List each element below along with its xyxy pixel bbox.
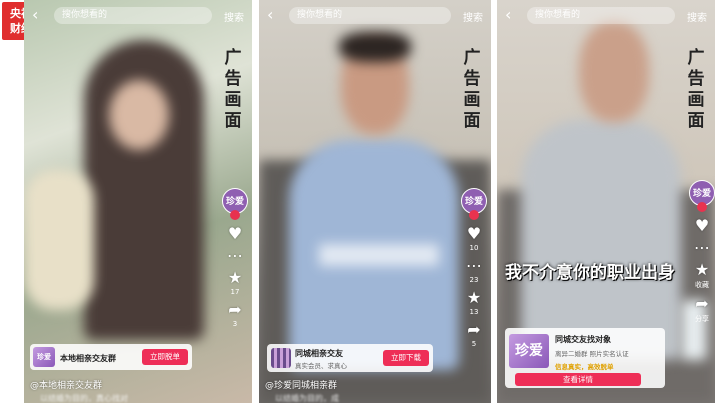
search-button[interactable]: 搜索 xyxy=(687,9,707,24)
ad-label: 广告画面 xyxy=(463,48,481,131)
blurred-flowers xyxy=(24,170,94,310)
back-icon[interactable]: ‹ xyxy=(505,7,511,23)
heart-icon[interactable]: ♥ xyxy=(467,226,481,242)
star-icon[interactable]: ★ xyxy=(228,270,242,286)
ad-label: 广告画面 xyxy=(687,48,705,131)
ad-label: 广告画面 xyxy=(224,48,242,131)
share-count: 5 xyxy=(471,340,477,348)
top-bar: ‹ 搜你想看的 搜索 xyxy=(497,6,715,26)
follow-plus-icon[interactable] xyxy=(230,210,240,220)
video-description: 以结婚为目的，真心找对 xyxy=(40,394,128,403)
side-actions: 珍爱 ♥ ⋯ ★ 17 ➦ 3 xyxy=(222,188,248,328)
blurred-face xyxy=(109,80,169,150)
search-button[interactable]: 搜索 xyxy=(224,9,244,24)
heart-icon[interactable]: ♥ xyxy=(228,226,242,242)
comment-icon[interactable]: ⋯ xyxy=(694,240,710,256)
ad-card[interactable]: 同城相亲交友 真实会员、求真心 立即下载 xyxy=(267,344,433,372)
heart-icon[interactable]: ♥ xyxy=(695,218,709,234)
star-count: 17 xyxy=(230,288,240,296)
video-caption: @本地相亲交友群 xyxy=(30,381,103,391)
video-caption: @珍爱同城相亲群 xyxy=(265,381,338,391)
brand-badge: 珍爱 xyxy=(33,347,55,367)
ad-card[interactable]: 珍爱 同城交友找对象 离异二婚群 照片实名认证 信息真实，高效脱单 查看详情 xyxy=(505,328,665,388)
search-input[interactable]: 搜你想看的 xyxy=(54,7,212,24)
video-description: 以结婚为目的，成 xyxy=(275,394,339,403)
brand-badge: 珍爱 xyxy=(509,334,549,368)
share-label: 分享 xyxy=(695,315,709,323)
back-icon[interactable]: ‹ xyxy=(32,7,38,23)
blurred-subtitle xyxy=(319,244,439,266)
follow-plus-icon[interactable] xyxy=(697,202,707,212)
video-panel-3[interactable]: ‹ 搜你想看的 搜索 广告画面 珍爱 ♥ ⋯ ★ 收藏 ➦ 分享 我不介意你的职… xyxy=(497,0,715,403)
blurred-man-shirt xyxy=(521,120,681,360)
follow-plus-icon[interactable] xyxy=(469,210,479,220)
card-highlight: 信息真实，高效脱单 xyxy=(555,363,614,371)
card-title: 同城相亲交友 xyxy=(295,349,343,358)
top-bar: ‹ 搜你想看的 搜索 xyxy=(259,6,491,26)
cta-button[interactable]: 查看详情 xyxy=(515,373,641,386)
back-icon[interactable]: ‹ xyxy=(267,7,273,23)
star-count: 13 xyxy=(469,308,479,316)
comment-icon[interactable]: ⋯ xyxy=(466,258,482,274)
blurred-hair xyxy=(339,32,411,62)
video-panel-1[interactable]: ‹ 搜你想看的 搜索 广告画面 珍爱 ♥ ⋯ ★ 17 ➦ 3 珍爱 本地相亲交… xyxy=(24,0,252,403)
side-actions: 珍爱 ♥ 10 ⋯ 23 ★ 13 ➦ 5 xyxy=(461,188,487,348)
share-icon[interactable]: ➦ xyxy=(695,296,708,312)
card-title: 本地相亲交友群 xyxy=(60,354,116,363)
ad-card[interactable]: 珍爱 本地相亲交友群 立即脱单 xyxy=(30,344,192,370)
cta-button[interactable]: 立即下载 xyxy=(383,350,429,366)
star-icon[interactable]: ★ xyxy=(695,262,709,278)
share-count: 3 xyxy=(232,320,238,328)
app-icon xyxy=(271,348,291,368)
card-tags: 离异二婚群 照片实名认证 xyxy=(555,350,629,358)
side-actions: 珍爱 ♥ ⋯ ★ 收藏 ➦ 分享 xyxy=(689,180,715,324)
search-button[interactable]: 搜索 xyxy=(463,9,483,24)
like-count: 10 xyxy=(469,244,479,252)
video-subtitle: 我不介意你的职业出身 xyxy=(505,263,675,283)
top-bar: ‹ 搜你想看的 搜索 xyxy=(24,6,252,26)
cta-button[interactable]: 立即脱单 xyxy=(142,349,188,365)
search-input[interactable]: 搜你想看的 xyxy=(527,7,675,24)
blurred-face xyxy=(579,22,649,122)
star-icon[interactable]: ★ xyxy=(467,290,481,306)
share-icon[interactable]: ➦ xyxy=(467,322,480,338)
card-title: 同城交友找对象 xyxy=(555,335,611,344)
share-icon[interactable]: ➦ xyxy=(228,302,241,318)
search-input[interactable]: 搜你想看的 xyxy=(289,7,451,24)
card-subtitle: 真实会员、求真心 xyxy=(295,362,347,370)
comment-count: 23 xyxy=(469,276,479,284)
favorite-label: 收藏 xyxy=(695,281,709,289)
comment-icon[interactable]: ⋯ xyxy=(227,248,243,264)
video-panel-2[interactable]: ‹ 搜你想看的 搜索 广告画面 珍爱 ♥ 10 ⋯ 23 ★ 13 ➦ 5 同城… xyxy=(259,0,491,403)
